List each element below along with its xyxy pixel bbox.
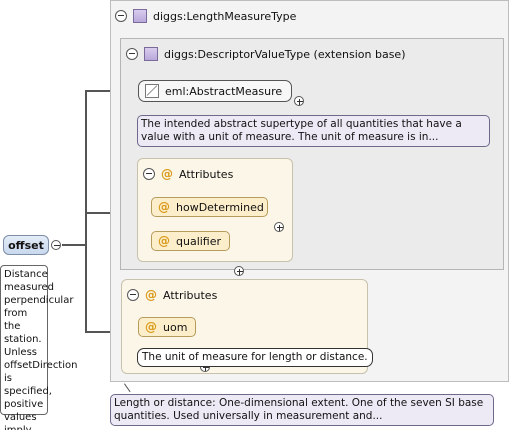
complex-type-icon [133,9,147,23]
base-type-name: diggs:DescriptorValueType (extension bas… [164,47,406,61]
attributes-label: Attributes [163,288,218,302]
expand-icon[interactable] [234,266,244,276]
offset-element[interactable]: offset [3,235,49,255]
attribute-label: uom [163,320,188,334]
attribute-icon: @ [158,234,170,248]
attribute-icon: @ [158,200,170,214]
collapse-icon[interactable] [51,240,61,250]
abstract-element-icon [145,84,159,98]
offset-documentation: Distance measured perpendicular from the… [0,265,77,430]
expand-icon[interactable] [294,96,304,106]
type-documentation: Length or distance: One-dimensional exte… [110,394,494,426]
collapse-icon[interactable] [127,289,139,301]
attribute-icon: @ [145,288,157,302]
connector-line [85,90,87,332]
type-name: diggs:LengthMeasureType [153,9,297,23]
attribute-label: howDetermined [176,200,264,214]
collapse-icon[interactable] [143,168,155,180]
expand-icon[interactable] [274,222,284,232]
connector-line [62,244,86,246]
abstract-measure-element[interactable]: eml:AbstractMeasure [138,80,292,102]
abstract-element-label: eml:AbstractMeasure [165,84,283,98]
attribute-icon: @ [161,167,173,181]
attributes-label: Attributes [179,167,234,181]
attribute-label: qualifier [176,234,222,248]
attribute-how-determined[interactable]: @ howDetermined [151,197,268,217]
schema-diagram: offset Distance measured perpendicular f… [0,0,513,430]
connector-line [124,383,131,393]
uom-documentation: The unit of measure for length or distan… [137,348,373,367]
collapse-icon[interactable] [115,10,127,22]
attribute-uom[interactable]: @ uom [138,317,196,337]
attribute-icon: @ [145,320,157,334]
attribute-qualifier[interactable]: @ qualifier [151,231,230,251]
abstract-measure-documentation: The intended abstract supertype of all q… [137,115,490,147]
collapse-icon[interactable] [126,48,138,60]
complex-type-icon [144,47,158,61]
offset-element-label: offset [8,238,44,252]
